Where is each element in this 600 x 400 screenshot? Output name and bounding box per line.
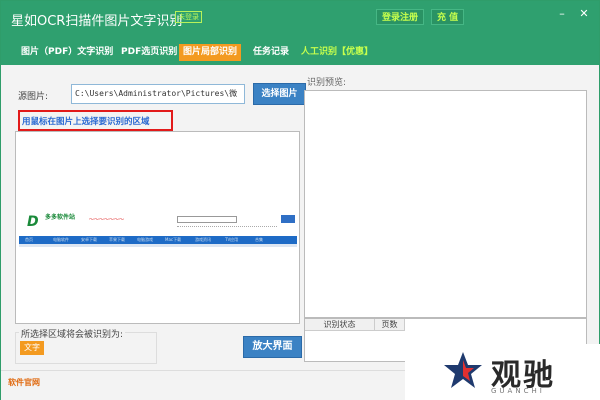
mini-search-input	[177, 216, 237, 223]
mini-nav-item: 苹果下载	[109, 237, 125, 242]
main-nav: 图片（PDF）文字识别 PDF选页识别 图片局部识别 任务记录 人工识别【优惠】	[1, 39, 599, 65]
tab-manual-ocr[interactable]: 人工识别【优惠】	[297, 44, 377, 61]
mini-nav-item: 合集	[255, 237, 263, 242]
mini-nav-item: 电脑软件	[53, 237, 69, 242]
title-bar: 星如OCR扫描件图片文字识别 未登录 登录注册 充 值 – ✕	[1, 1, 599, 39]
tab-image-pdf-ocr[interactable]: 图片（PDF）文字识别	[17, 44, 117, 61]
official-site-link[interactable]: 软件官网	[8, 377, 40, 388]
login-status-badge: 未登录	[175, 11, 202, 23]
mini-nav-item: 安卓下载	[81, 237, 97, 242]
tab-task-records[interactable]: 任务记录	[249, 44, 293, 61]
mini-links	[177, 226, 277, 228]
result-type-label: 所选择区域将会被识别为:	[19, 327, 126, 340]
mini-nav-item: TV应用	[225, 237, 239, 242]
image-canvas[interactable]: D 多多软件站 ～～～～～～～ 首页 电脑软件 安卓下载 苹果下载 电脑游戏 M…	[15, 131, 300, 324]
zoom-interface-button[interactable]: 放大界面	[243, 336, 302, 358]
login-register-button[interactable]: 登录注册	[376, 9, 425, 25]
mini-navbar: 首页 电脑软件 安卓下载 苹果下载 电脑游戏 Mac下载 游戏资讯 TV应用 合…	[19, 236, 297, 244]
mini-nav-item: 游戏资讯	[195, 237, 211, 242]
hint-box: 用鼠标在图片上选择要识别的区域	[18, 110, 173, 131]
column-header-pages[interactable]: 页数	[375, 319, 405, 331]
mini-nav-item: Mac下载	[165, 237, 182, 242]
loaded-image-preview: D 多多软件站 ～～～～～～～ 首页 电脑软件 安卓下载 苹果下载 电脑游戏 M…	[19, 210, 297, 260]
mini-nav-item: 电脑游戏	[137, 237, 153, 242]
watermark-subtext: GUANCHI	[491, 387, 545, 395]
app-title: 星如OCR扫描件图片文字识别	[11, 14, 183, 29]
mini-site-name: 多多软件站	[45, 214, 76, 221]
left-panel: 源图片: C:\Users\Administrator\Pictures\微 选…	[11, 71, 306, 365]
watermark: 观驰 GUANCHI	[405, 344, 600, 400]
select-image-button[interactable]: 选择图片	[253, 83, 306, 105]
tab-pdf-page-ocr[interactable]: PDF选页识别	[117, 44, 181, 61]
mini-search-button	[281, 215, 295, 223]
column-header-status[interactable]: 识别状态	[305, 319, 375, 331]
preview-label: 识别预览:	[307, 78, 347, 88]
mini-site-slogan: ～～～～～～～	[89, 217, 125, 223]
result-type-tag[interactable]: 文字	[20, 341, 44, 355]
minimize-icon[interactable]: –	[554, 7, 570, 21]
app-window: 星如OCR扫描件图片文字识别 未登录 登录注册 充 值 – ✕ 图片（PDF）文…	[0, 0, 600, 400]
mini-subbar	[19, 244, 297, 247]
source-image-label: 源图片:	[18, 92, 49, 102]
right-panel: 识别预览: 识别状态 页数	[303, 71, 589, 365]
mini-site-logo: D	[27, 214, 39, 230]
close-icon[interactable]: ✕	[576, 7, 592, 21]
star-logo-icon	[444, 352, 482, 388]
region-hint-text: 用鼠标在图片上选择要识别的区域	[22, 117, 150, 127]
tab-image-region-ocr[interactable]: 图片局部识别	[179, 44, 242, 61]
mini-nav-item: 首页	[25, 237, 33, 242]
recharge-button[interactable]: 充 值	[431, 9, 465, 25]
source-path-input[interactable]: C:\Users\Administrator\Pictures\微	[71, 84, 245, 104]
preview-textarea[interactable]	[304, 90, 587, 318]
